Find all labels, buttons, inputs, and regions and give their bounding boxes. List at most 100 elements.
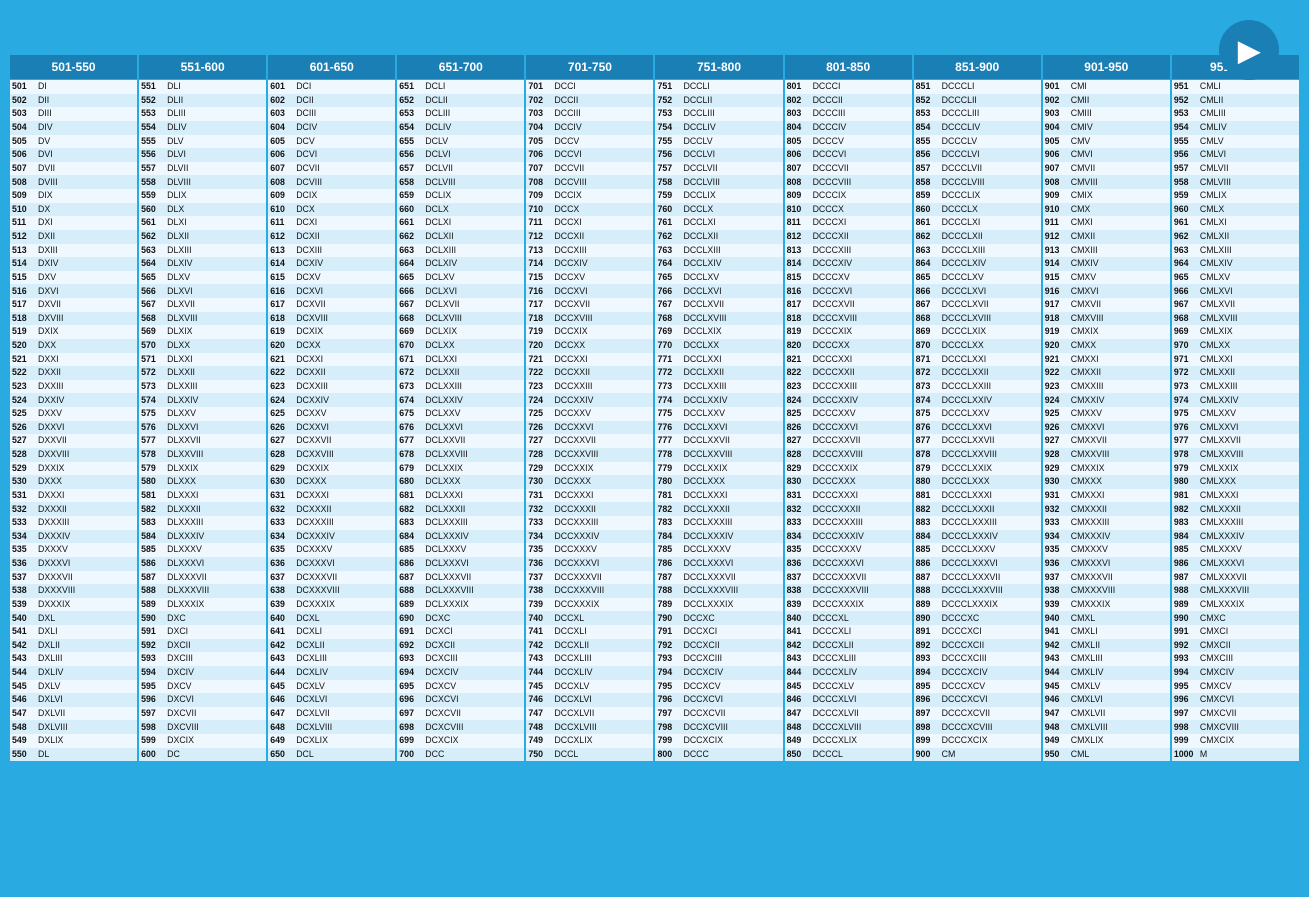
- table-row: 531DXXXI: [10, 489, 137, 503]
- table-row: 651DCLI: [397, 80, 524, 94]
- number-cell: 706: [526, 148, 552, 162]
- table-row: 830DCCCXXX: [785, 475, 912, 489]
- table-row: 935CMXXXV: [1043, 543, 1170, 557]
- number-cell: 619: [268, 325, 294, 339]
- number-cell: 832: [785, 502, 811, 516]
- number-cell: 896: [914, 693, 940, 707]
- table-row: 795DCCXCV: [655, 680, 782, 694]
- table-row: 775DCCLXXV: [655, 407, 782, 421]
- table-row: 517DXVII: [10, 298, 137, 312]
- table-row: 672DCLXXII: [397, 366, 524, 380]
- roman-cell: DXII: [36, 230, 137, 244]
- table-row: 791DCCXCI: [655, 625, 782, 639]
- roman-cell: DXXXV: [36, 543, 137, 557]
- number-cell: 615: [268, 271, 294, 285]
- roman-cell: DLXXI: [165, 353, 266, 367]
- table-row: 648DCXLVIII: [268, 720, 395, 734]
- number-cell: 509: [10, 189, 36, 203]
- table-row: 661DCLXI: [397, 216, 524, 230]
- table-row: 974CMLXXIV: [1172, 393, 1299, 407]
- roman-cell: DCLXXXVIII: [423, 584, 524, 598]
- roman-cell: DCCLIV: [681, 121, 782, 135]
- roman-cell: DCCXLIII: [552, 652, 653, 666]
- number-cell: 702: [526, 94, 552, 108]
- number-cell: 573: [139, 380, 165, 394]
- number-cell: 634: [268, 530, 294, 544]
- roman-cell: DCCCXVIII: [811, 312, 912, 326]
- roman-cell: CMXCVIII: [1198, 720, 1299, 734]
- table-row: 740DCCXL: [526, 611, 653, 625]
- number-cell: 924: [1043, 393, 1069, 407]
- roman-cell: DCLXVI: [423, 284, 524, 298]
- roman-cell: DXC: [165, 611, 266, 625]
- table-row: 856DCCCLVI: [914, 148, 1041, 162]
- number-cell: 557: [139, 162, 165, 176]
- number-cell: 635: [268, 543, 294, 557]
- roman-cell: DI: [36, 80, 137, 94]
- table-row: 914CMXIV: [1043, 257, 1170, 271]
- table-row: 998CMXCVIII: [1172, 720, 1299, 734]
- number-cell: 672: [397, 366, 423, 380]
- table-row: 693DCXCIII: [397, 652, 524, 666]
- table-row: 636DCXXXVI: [268, 557, 395, 571]
- roman-cell: DCCLXXXV: [681, 543, 782, 557]
- number-cell: 899: [914, 734, 940, 748]
- table-row: 729DCCXXIX: [526, 462, 653, 476]
- number-cell: 680: [397, 475, 423, 489]
- number-cell: 565: [139, 271, 165, 285]
- number-cell: 981: [1172, 489, 1198, 503]
- roman-cell: DCCCLXXXVI: [940, 557, 1041, 571]
- roman-cell: DCLXVII: [423, 298, 524, 312]
- number-cell: 685: [397, 543, 423, 557]
- number-cell: 792: [655, 639, 681, 653]
- number-cell: 731: [526, 489, 552, 503]
- number-cell: 994: [1172, 666, 1198, 680]
- roman-cell: DLIV: [165, 121, 266, 135]
- roman-cell: DLXXXIX: [165, 598, 266, 612]
- table-row: 962CMLXII: [1172, 230, 1299, 244]
- number-cell: 900: [914, 748, 940, 762]
- table-row: 673DCLXXIII: [397, 380, 524, 394]
- roman-cell: CMXIV: [1069, 257, 1170, 271]
- number-cell: 786: [655, 557, 681, 571]
- table-row: 887DCCCLXXXVII: [914, 571, 1041, 585]
- number-cell: 922: [1043, 366, 1069, 380]
- roman-cell: DXCVII: [165, 707, 266, 721]
- inner-table-2: 601DCI602DCII603DCIII604DCIV605DCV606DCV…: [268, 80, 395, 761]
- roman-cell: DCCCXXIII: [811, 380, 912, 394]
- table-row: 558DLVIII: [139, 175, 266, 189]
- number-cell: 962: [1172, 230, 1198, 244]
- table-row: 785DCCLXXXV: [655, 543, 782, 557]
- table-row: 963CMLXIII: [1172, 244, 1299, 258]
- table-row: 688DCLXXXVIII: [397, 584, 524, 598]
- roman-cell: DXXIII: [36, 380, 137, 394]
- roman-cell: DCCCLIII: [940, 107, 1041, 121]
- roman-cell: DLVI: [165, 148, 266, 162]
- number-cell: 502: [10, 94, 36, 108]
- roman-cell: CMXLIX: [1069, 734, 1170, 748]
- number-cell: 967: [1172, 298, 1198, 312]
- roman-cell: DCII: [294, 94, 395, 108]
- table-row: 767DCCLXVII: [655, 298, 782, 312]
- table-row: 605DCV: [268, 135, 395, 149]
- table-row: 697DCXCVII: [397, 707, 524, 721]
- table-row: 811DCCCXI: [785, 216, 912, 230]
- number-cell: 743: [526, 652, 552, 666]
- number-cell: 777: [655, 434, 681, 448]
- roman-cell: DCCLXXV: [681, 407, 782, 421]
- table-row: 899DCCCXCIX: [914, 734, 1041, 748]
- roman-cell: DCCCXLIV: [811, 666, 912, 680]
- roman-cell: DXIV: [36, 257, 137, 271]
- table-row: 566DLXVI: [139, 284, 266, 298]
- table-row: 783DCCLXXXIII: [655, 516, 782, 530]
- number-cell: 526: [10, 421, 36, 435]
- roman-cell: CMLXXXVIII: [1198, 584, 1299, 598]
- roman-cell: DCCXII: [552, 230, 653, 244]
- table-row: 843DCCCXLIII: [785, 652, 912, 666]
- number-cell: 677: [397, 434, 423, 448]
- table-row: 971CMLXXI: [1172, 353, 1299, 367]
- table-row: 920CMXX: [1043, 339, 1170, 353]
- number-cell: 610: [268, 203, 294, 217]
- table-row: 813DCCCXIII: [785, 244, 912, 258]
- roman-cell: CMXXXVI: [1069, 557, 1170, 571]
